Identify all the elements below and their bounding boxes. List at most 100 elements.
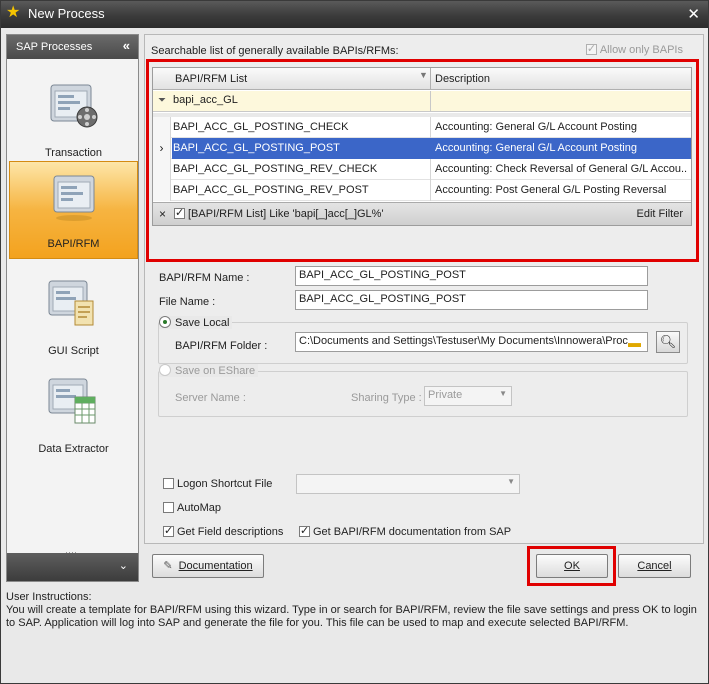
search-icon: 🔍︎ — [659, 334, 677, 349]
get-documentation-label: Get BAPI/RFM documentation from SAP — [313, 526, 512, 538]
ok-label: OK — [564, 560, 580, 572]
checkbox-icon — [585, 42, 597, 55]
ok-button[interactable]: OK — [536, 554, 608, 578]
sidebar-item-label: GUI Script — [48, 345, 99, 357]
sidebar-item-transaction[interactable]: Transaction — [9, 69, 138, 167]
get-field-descriptions-label: Get Field descriptions — [177, 526, 284, 538]
column-header-bapi-list[interactable]: BAPI/RFM List — [175, 73, 247, 85]
checkbox-icon — [163, 478, 174, 489]
filter-row: ⏷ bapi_acc_GL — [153, 91, 691, 112]
new-process-window: ★ New Process ✕ SAP Processes « Transact… — [0, 0, 709, 684]
automap-checkbox[interactable]: AutoMap — [163, 502, 221, 514]
logon-shortcut-select[interactable]: ▼ — [296, 474, 520, 494]
column-header-description[interactable]: Description — [435, 73, 490, 85]
file-name-field[interactable]: BAPI_ACC_GL_POSTING_POST — [295, 290, 648, 310]
bapi-grid: BAPI/RFM List ▼ Description ⏷ bapi_acc_G… — [152, 67, 692, 226]
sidebar-item-label: Data Extractor — [38, 443, 109, 455]
row-bapi-name: BAPI_ACC_GL_POSTING_REV_CHECK — [173, 163, 378, 175]
filter-row-icon: ⏷ — [158, 95, 166, 106]
documentation-icon: ✎ — [163, 560, 173, 572]
sidebar-item-label: BAPI/RFM — [47, 238, 100, 250]
cancel-button[interactable]: Cancel — [618, 554, 691, 578]
get-documentation-checkbox[interactable]: Get BAPI/RFM documentation from SAP — [299, 524, 512, 538]
filter-bar: × [BAPI/RFM List] Like 'bapi[_]acc[_]GL%… — [153, 202, 691, 225]
sidebar-item-data-extractor[interactable]: Data Extractor — [9, 365, 138, 463]
save-eshare-radio[interactable]: Save on EShare — [159, 364, 259, 377]
dropdown-arrow-icon: ▼ — [507, 477, 515, 486]
data-extractor-icon — [48, 378, 96, 424]
documentation-button[interactable]: ✎ Documentation — [152, 554, 264, 578]
save-local-label: Save Local — [175, 317, 230, 329]
checkbox-icon — [299, 524, 310, 537]
gui-script-icon — [48, 280, 94, 326]
edit-filter-link[interactable]: Edit Filter — [637, 208, 683, 220]
row-indicator — [153, 117, 171, 138]
dropdown-arrow-icon: ▼ — [499, 389, 507, 398]
sharing-type-select[interactable]: Private ▼ — [424, 386, 512, 406]
filter-input[interactable]: bapi_acc_GL — [173, 94, 238, 106]
checkbox-icon — [163, 524, 174, 537]
transaction-icon — [50, 84, 98, 128]
file-name-label: File Name : — [159, 296, 216, 308]
folder-label: BAPI/RFM Folder : — [175, 340, 268, 352]
folder-icon[interactable]: ▬ — [628, 335, 641, 350]
column-separator — [430, 117, 431, 138]
sidebar-item-bapi-rfm[interactable]: BAPI/RFM — [9, 161, 138, 259]
bapi-name-label: BAPI/RFM Name : — [159, 272, 250, 284]
bapi-rfm-icon — [53, 175, 95, 221]
instructions-body: You will create a template for BAPI/RFM … — [6, 604, 697, 629]
collapse-chevron-icon[interactable]: « — [123, 38, 130, 53]
logon-shortcut-label: Logon Shortcut File — [177, 478, 273, 490]
sidebar: SAP Processes « Transaction BAPI/RFM GUI… — [6, 34, 139, 582]
close-icon[interactable]: ✕ — [687, 5, 700, 23]
allow-only-bapis-checkbox: Allow only BAPIs — [585, 42, 683, 56]
row-description: Accounting: Post General G/L Posting Rev… — [435, 184, 667, 196]
table-row[interactable]: BAPI_ACC_GL_POSTING_REV_CHECK Accounting… — [153, 159, 691, 180]
checkbox-icon — [163, 502, 174, 513]
row-indicator — [153, 159, 171, 180]
radio-selected-icon — [159, 316, 171, 328]
table-row[interactable]: BAPI_ACC_GL_POSTING_CHECK Accounting: Ge… — [153, 117, 691, 138]
column-separator — [430, 91, 431, 112]
search-list-label: Searchable list of generally available B… — [151, 45, 399, 57]
row-bapi-name: BAPI_ACC_GL_POSTING_REV_POST — [173, 184, 369, 196]
documentation-label: Documentation — [178, 560, 253, 572]
row-description: Accounting: General G/L Account Posting — [435, 142, 637, 154]
window-title: New Process — [28, 6, 105, 21]
filter-enabled-checkbox[interactable] — [174, 206, 188, 220]
user-instructions: User Instructions: You will create a tem… — [6, 591, 704, 679]
grid-header: BAPI/RFM List ▼ Description — [153, 68, 691, 90]
get-field-descriptions-checkbox[interactable]: Get Field descriptions — [163, 524, 284, 538]
folder-field[interactable]: C:\Documents and Settings\Testuser\My Do… — [295, 332, 648, 352]
chevron-down-icon[interactable]: ⌄ — [119, 559, 128, 572]
table-row[interactable]: BAPI_ACC_GL_POSTING_REV_POST Accounting:… — [153, 180, 691, 201]
row-bapi-name: BAPI_ACC_GL_POSTING_CHECK — [173, 121, 349, 133]
checkbox-icon — [174, 206, 185, 219]
sidebar-item-gui-script[interactable]: GUI Script — [9, 267, 138, 365]
filter-expression: [BAPI/RFM List] Like 'bapi[_]acc[_]GL%' — [188, 208, 384, 220]
allow-only-bapis-label: Allow only BAPIs — [599, 44, 683, 56]
browse-sap-button[interactable]: 🔍︎ — [656, 331, 680, 353]
column-separator[interactable] — [430, 68, 431, 90]
splitter-grip-icon[interactable]: ···· — [65, 547, 77, 557]
sharing-type-label: Sharing Type : — [351, 392, 422, 404]
table-row-selected[interactable]: › BAPI_ACC_GL_POSTING_POST Accounting: G… — [153, 138, 691, 159]
filter-funnel-icon[interactable]: ▼ — [419, 70, 428, 80]
sidebar-footer[interactable]: ···· ⌄ — [7, 547, 138, 581]
radio-icon — [159, 364, 171, 376]
instructions-heading: User Instructions: — [6, 591, 92, 603]
row-description: Accounting: Check Reversal of General G/… — [435, 163, 687, 175]
save-local-radio[interactable]: Save Local — [159, 316, 233, 329]
bapi-name-field[interactable]: BAPI_ACC_GL_POSTING_POST — [295, 266, 648, 286]
clear-filter-icon[interactable]: × — [159, 207, 166, 221]
app-star-icon: ★ — [6, 4, 21, 21]
automap-label: AutoMap — [177, 502, 222, 514]
logon-shortcut-checkbox[interactable]: Logon Shortcut File — [163, 478, 272, 490]
title-bar[interactable]: ★ New Process ✕ — [1, 1, 708, 28]
cancel-label: Cancel — [637, 560, 672, 572]
column-separator — [430, 159, 431, 180]
row-indicator-arrow-icon: › — [153, 138, 171, 159]
sidebar-header: SAP Processes « — [7, 35, 138, 59]
server-name-label: Server Name : — [175, 392, 246, 404]
sidebar-title: SAP Processes — [16, 41, 93, 53]
